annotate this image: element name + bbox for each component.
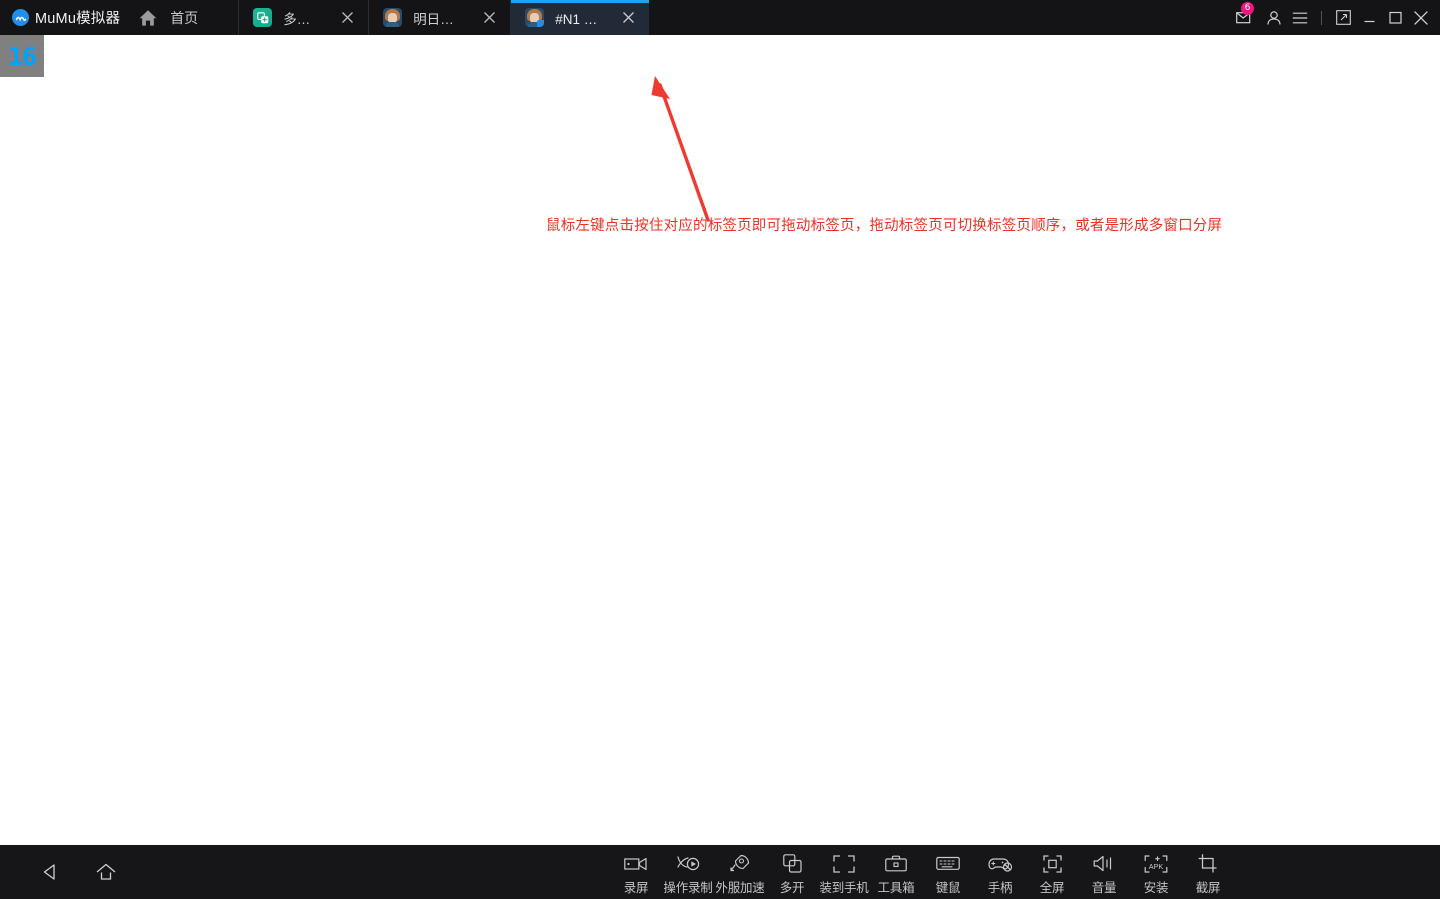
tool-label: 安装 <box>1143 881 1169 895</box>
tool-label: 全屏 <box>1039 881 1065 895</box>
home-button[interactable]: 首页 <box>120 0 206 35</box>
instance-counter-value: 16 <box>7 41 37 71</box>
tool-screen-record[interactable]: 录屏 <box>610 845 662 899</box>
tab-bar: 多开助手 明日方舟 #N1 明日方... <box>238 0 650 35</box>
content-area: 鼠标左键点击按住对应的标签页即可拖动标签页，拖动标签页可切换标签页顺序，或者是形… <box>0 35 1440 845</box>
tab-arknights-n1[interactable]: #N1 明日方... <box>510 0 650 35</box>
volume-icon <box>1093 853 1115 874</box>
tool-gamepad[interactable]: 手柄 <box>974 845 1026 899</box>
minimize-icon[interactable] <box>1356 0 1382 35</box>
tab-arknights[interactable]: 明日方舟 <box>368 0 510 35</box>
titlebar: MuMu模拟器 首页 多开助手 <box>0 0 1440 35</box>
user-account-icon[interactable] <box>1261 0 1287 35</box>
home-label: 首页 <box>170 9 199 26</box>
multi-instance-icon <box>253 8 273 27</box>
maximize-icon[interactable] <box>1382 0 1408 35</box>
tool-macro-record[interactable]: 操作录制 <box>662 845 714 899</box>
tool-buttons: 录屏 操作录制 外服加速 多开 装到手机 工具箱 键鼠 手柄 全屏 音量 APK… <box>610 845 1234 899</box>
tool-label: 操作录制 <box>663 881 713 895</box>
arknights-app-icon <box>383 8 403 27</box>
gamepad-icon <box>987 853 1013 874</box>
tab-title: 多开助手 <box>283 11 322 27</box>
brand-name: MuMu模拟器 <box>35 11 121 27</box>
overseas-boost-icon <box>729 853 751 874</box>
tool-label: 截屏 <box>1195 881 1221 895</box>
close-window-icon[interactable] <box>1408 0 1434 35</box>
home-nav-icon[interactable] <box>78 845 134 899</box>
control-divider <box>1321 10 1322 25</box>
bottom-toolbar: 录屏 操作录制 外服加速 多开 装到手机 工具箱 键鼠 手柄 全屏 音量 APK… <box>0 845 1440 899</box>
tab-multi-instance[interactable]: 多开助手 <box>238 0 368 35</box>
fullscreen-icon <box>1042 853 1062 874</box>
tool-label: 装到手机 <box>819 881 869 895</box>
tab-title: #N1 明日方... <box>555 11 603 27</box>
tool-overseas-boost[interactable]: 外服加速 <box>714 845 766 899</box>
annotation-arrow <box>651 76 710 222</box>
menu-icon[interactable] <box>1287 0 1313 35</box>
svg-text:APK: APK <box>1149 862 1164 871</box>
window-controls: 6 <box>1227 0 1440 35</box>
tool-label: 手柄 <box>987 881 1013 895</box>
resize-window-icon[interactable] <box>1330 0 1356 35</box>
messages-badge: 6 <box>1241 2 1254 15</box>
tool-install-to-phone[interactable]: 装到手机 <box>818 845 870 899</box>
multi-instance-icon <box>782 853 802 874</box>
tool-label: 外服加速 <box>715 881 765 895</box>
tool-toolbox[interactable]: 工具箱 <box>870 845 922 899</box>
close-icon[interactable] <box>478 0 500 35</box>
tool-apk-install[interactable]: APK 安装 <box>1130 845 1182 899</box>
tool-fullscreen[interactable]: 全屏 <box>1026 845 1078 899</box>
tool-multi-instance[interactable]: 多开 <box>766 845 818 899</box>
tool-label: 多开 <box>779 881 805 895</box>
instance-counter-badge: 16 <box>0 35 44 77</box>
tool-keyboard-mouse[interactable]: 键鼠 <box>922 845 974 899</box>
tool-label: 录屏 <box>623 881 649 895</box>
install-to-phone-icon <box>833 853 855 874</box>
close-icon[interactable] <box>336 0 358 35</box>
screen-record-icon <box>624 853 648 874</box>
close-icon[interactable] <box>617 0 639 35</box>
tool-label: 工具箱 <box>877 881 915 895</box>
back-nav-icon[interactable] <box>22 845 78 899</box>
toolbox-icon <box>885 853 907 874</box>
keyboard-mouse-icon <box>936 853 960 874</box>
home-icon <box>138 8 158 28</box>
tool-screenshot[interactable]: 截屏 <box>1182 845 1234 899</box>
annotation-text: 鼠标左键点击按住对应的标签页即可拖动标签页，拖动标签页可切换标签页顺序，或者是形… <box>546 218 1223 234</box>
messages-icon[interactable]: 6 <box>1227 0 1261 35</box>
tool-volume[interactable]: 音量 <box>1078 845 1130 899</box>
screenshot-icon <box>1198 853 1218 874</box>
tab-title: 明日方舟 <box>413 11 465 27</box>
tool-label: 音量 <box>1091 881 1117 895</box>
brand: MuMu模拟器 <box>0 0 120 35</box>
android-nav-keys <box>22 845 134 899</box>
tool-label: 键鼠 <box>935 881 961 895</box>
arknights-app-icon <box>525 8 545 27</box>
apk-install-icon: APK <box>1144 853 1168 874</box>
macro-record-icon <box>676 853 701 874</box>
mumu-logo-icon <box>12 9 29 26</box>
